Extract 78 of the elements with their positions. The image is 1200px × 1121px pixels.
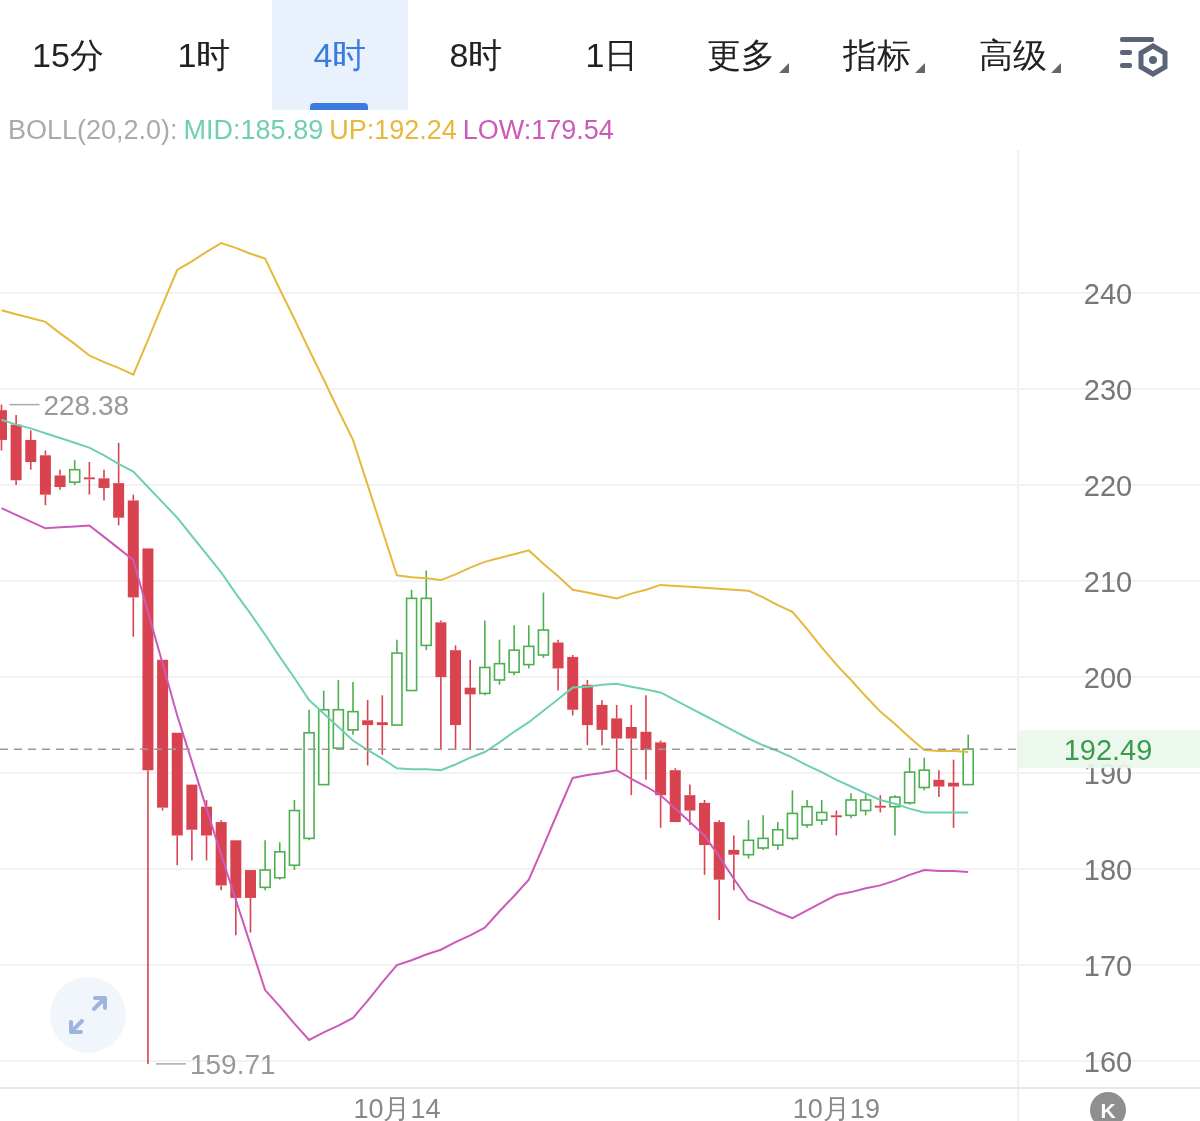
candlestick — [669, 767, 681, 823]
axis-tick-label: 210 — [1083, 566, 1133, 599]
candlestick — [596, 699, 608, 747]
dropdown-tab[interactable]: 高级 — [952, 0, 1088, 110]
caret-icon — [779, 62, 789, 73]
candlestick — [25, 429, 37, 471]
caret-icon — [1051, 62, 1061, 73]
candlestick — [98, 468, 110, 502]
axis-tick-label: 220 — [1083, 470, 1133, 503]
candlestick — [537, 591, 550, 659]
interval-tab[interactable]: 8时 — [408, 0, 544, 110]
legend-text: MID:185.89 — [183, 115, 324, 145]
candlestick — [54, 468, 66, 491]
candlestick — [948, 758, 960, 829]
interval-tab[interactable]: 1日 — [544, 0, 680, 110]
dropdown-tab[interactable]: 指标 — [816, 0, 952, 110]
candlestick — [376, 694, 388, 756]
candlestick — [757, 814, 769, 851]
candlestick — [830, 809, 842, 837]
candlestick — [68, 459, 81, 486]
candlestick — [786, 789, 799, 842]
interval-tab[interactable]: 4时 — [272, 0, 408, 110]
candlestick — [493, 638, 506, 686]
candlestick — [962, 733, 974, 786]
candlestick — [889, 794, 901, 837]
candlestick — [347, 681, 359, 736]
candlestick — [288, 799, 301, 871]
date-label: 10月19 — [792, 1094, 880, 1121]
candlestick — [933, 769, 945, 798]
candlestick — [742, 819, 755, 860]
candlestick — [567, 654, 579, 717]
candlestick — [201, 799, 213, 862]
leader-line — [155, 1063, 187, 1065]
caret-icon — [915, 62, 925, 73]
candlestick — [332, 679, 345, 751]
axis-tick-label: 180 — [1083, 854, 1133, 887]
candlestick — [362, 699, 374, 767]
leader-line — [8, 403, 41, 406]
candlestick — [728, 834, 740, 891]
axis-tick-label: 230 — [1083, 374, 1133, 407]
candlestick — [83, 461, 95, 496]
candlestick — [215, 819, 227, 891]
candlestick — [552, 638, 564, 692]
candlestick — [0, 403, 7, 452]
axis-tick-label: 200 — [1083, 662, 1133, 695]
candlestick — [10, 414, 22, 486]
axis-tick-label: 160 — [1083, 1046, 1133, 1079]
tab-indicator — [310, 103, 368, 110]
interval-tab[interactable]: 1时 — [136, 0, 272, 110]
candlestick — [815, 799, 828, 826]
candlestick — [259, 839, 271, 891]
candlestick — [522, 624, 535, 670]
dropdown-tab[interactable]: 更多 — [680, 0, 816, 110]
candlestick — [903, 756, 916, 806]
high-price-label: 228.38 — [43, 389, 130, 421]
candlestick — [508, 624, 520, 676]
date-label: 10月14 — [353, 1094, 441, 1121]
legend-text: LOW:179.54 — [462, 115, 614, 145]
candlestick — [39, 449, 51, 507]
candlestick — [244, 869, 256, 934]
ref-line-label: 192.49 — [1063, 734, 1153, 767]
indicator-title: BOLL(20,2.0): — [8, 115, 178, 145]
axis-tick-label: 170 — [1083, 950, 1133, 983]
candlestick — [801, 799, 813, 829]
interval-tab[interactable]: 15分 — [0, 0, 136, 110]
low-price-label: 159.71 — [189, 1048, 276, 1080]
candlestick — [845, 792, 857, 819]
candlestick — [581, 679, 593, 747]
legend-text: UP:192.24 — [329, 115, 457, 145]
axis-tick-label: 240 — [1083, 278, 1133, 311]
candlestick — [611, 704, 623, 771]
candlestick — [273, 841, 286, 881]
candlestick — [874, 794, 886, 814]
last-price-label: 192.49 — [1018, 730, 1200, 769]
candlestick — [859, 792, 872, 817]
candlestick — [918, 756, 931, 792]
candlestick — [772, 821, 784, 851]
candlestick — [684, 783, 696, 826]
